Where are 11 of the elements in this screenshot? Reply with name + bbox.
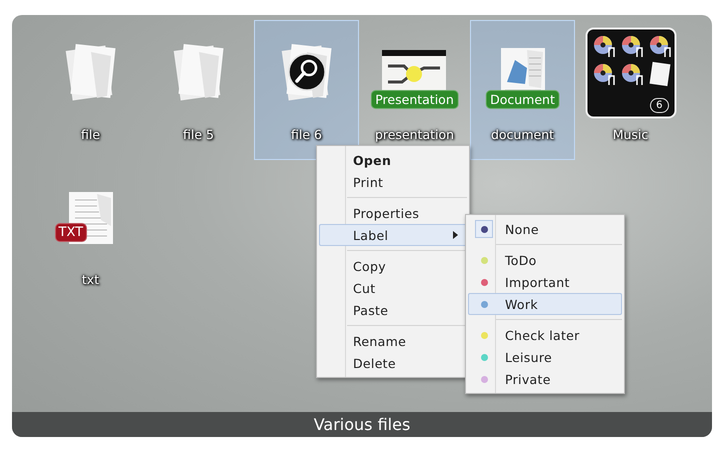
file-tag: Presentation [370,90,459,109]
file-name: file [80,127,100,142]
file-name: presentation [374,127,454,142]
view-title: Various files [314,415,410,434]
file-name: file 5 [183,127,214,142]
file-tag: Document [485,90,560,109]
file-name: document [490,127,554,142]
file-tag: TXT [54,223,88,242]
file-name: Music [612,127,648,142]
file-name: file 6 [291,127,322,142]
file-name: txt [82,272,100,287]
